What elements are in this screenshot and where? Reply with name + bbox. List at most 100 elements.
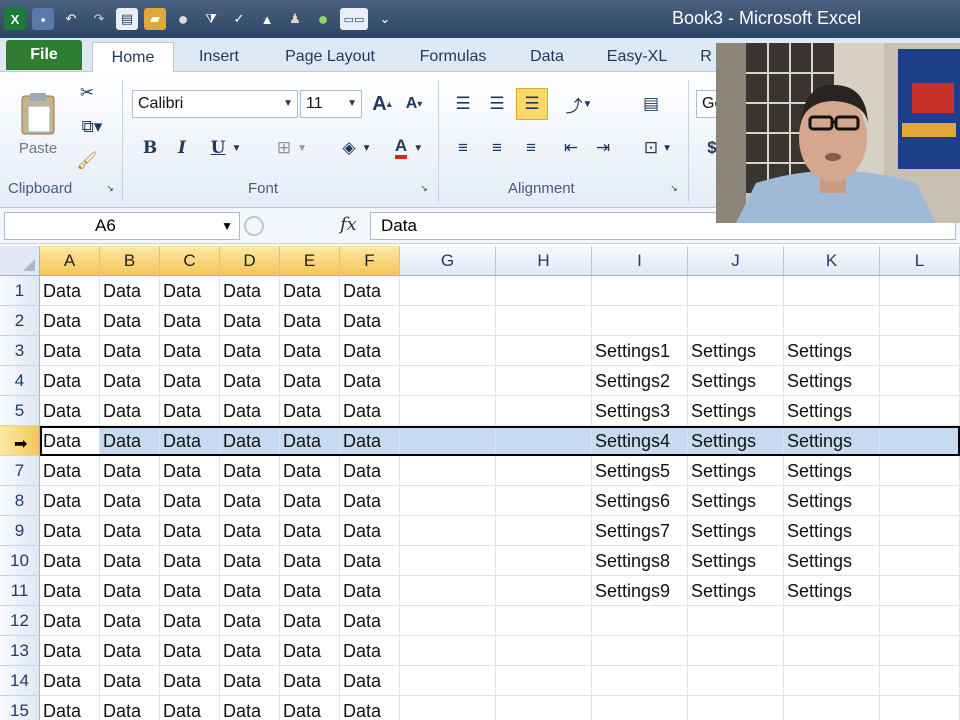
- align-right-icon[interactable]: ≡: [518, 134, 544, 162]
- cell-i6[interactable]: Settings4: [592, 426, 688, 456]
- row-header[interactable]: 7: [0, 456, 40, 486]
- cell-f15[interactable]: Data: [340, 696, 400, 720]
- cell-k8[interactable]: Settings: [784, 486, 880, 516]
- column-header-g[interactable]: G: [400, 246, 496, 276]
- font-launcher-icon[interactable]: ↘: [418, 182, 430, 194]
- cell-e3[interactable]: Data: [280, 336, 340, 366]
- cell-i11[interactable]: Settings9: [592, 576, 688, 606]
- circle-icon[interactable]: ●: [172, 8, 194, 30]
- decrease-indent-icon[interactable]: ⇤: [558, 134, 584, 162]
- cell-l11[interactable]: [880, 576, 960, 606]
- cell-c8[interactable]: Data: [160, 486, 220, 516]
- cell-g1[interactable]: [400, 276, 496, 306]
- cell-i9[interactable]: Settings7: [592, 516, 688, 546]
- cell-l8[interactable]: [880, 486, 960, 516]
- row-header[interactable]: 11: [0, 576, 40, 606]
- cell-a2[interactable]: Data: [40, 306, 100, 336]
- cell-k6[interactable]: Settings: [784, 426, 880, 456]
- cell-e11[interactable]: Data: [280, 576, 340, 606]
- cell-h12[interactable]: [496, 606, 592, 636]
- mountain-icon[interactable]: ▲: [256, 8, 278, 30]
- cell-h11[interactable]: [496, 576, 592, 606]
- cell-f9[interactable]: Data: [340, 516, 400, 546]
- worksheet-grid[interactable]: ABCDEFGHIJKL 1 Data Data Data Data Data Data 2 D…: [0, 246, 960, 720]
- cell-c4[interactable]: Data: [160, 366, 220, 396]
- cell-i4[interactable]: Settings2: [592, 366, 688, 396]
- cell-c9[interactable]: Data: [160, 516, 220, 546]
- column-header-k[interactable]: K: [784, 246, 880, 276]
- cell-l14[interactable]: [880, 666, 960, 696]
- paste-button[interactable]: Paste: [10, 80, 66, 168]
- cell-h8[interactable]: [496, 486, 592, 516]
- cell-d1[interactable]: Data: [220, 276, 280, 306]
- cell-k7[interactable]: Settings: [784, 456, 880, 486]
- cell-j3[interactable]: Settings: [688, 336, 784, 366]
- cell-e5[interactable]: Data: [280, 396, 340, 426]
- cell-k1[interactable]: [784, 276, 880, 306]
- cell-b10[interactable]: Data: [100, 546, 160, 576]
- cell-d14[interactable]: Data: [220, 666, 280, 696]
- tab-data[interactable]: Data: [514, 42, 580, 72]
- function-wizard-icon[interactable]: [244, 216, 264, 236]
- tab-formulas[interactable]: Formulas: [406, 42, 500, 72]
- tab-home[interactable]: Home: [92, 42, 174, 72]
- column-header-f[interactable]: F: [340, 246, 400, 276]
- green-ball-icon[interactable]: ●: [312, 8, 334, 30]
- cell-d13[interactable]: Data: [220, 636, 280, 666]
- cell-f2[interactable]: Data: [340, 306, 400, 336]
- person-icon[interactable]: ♟: [284, 8, 306, 30]
- cell-f12[interactable]: Data: [340, 606, 400, 636]
- cell-c3[interactable]: Data: [160, 336, 220, 366]
- row-header[interactable]: 8: [0, 486, 40, 516]
- column-header-e[interactable]: E: [280, 246, 340, 276]
- cell-d11[interactable]: Data: [220, 576, 280, 606]
- font-name-combo[interactable]: Calibri ▼: [132, 90, 298, 118]
- cell-k15[interactable]: [784, 696, 880, 720]
- row-header[interactable]: 5: [0, 396, 40, 426]
- cell-j10[interactable]: Settings: [688, 546, 784, 576]
- cell-b3[interactable]: Data: [100, 336, 160, 366]
- cell-j14[interactable]: [688, 666, 784, 696]
- cell-b9[interactable]: Data: [100, 516, 160, 546]
- cell-h4[interactable]: [496, 366, 592, 396]
- cell-f10[interactable]: Data: [340, 546, 400, 576]
- cell-g14[interactable]: [400, 666, 496, 696]
- cell-c11[interactable]: Data: [160, 576, 220, 606]
- row-header[interactable]: 1: [0, 276, 40, 306]
- cell-i15[interactable]: [592, 696, 688, 720]
- cell-b13[interactable]: Data: [100, 636, 160, 666]
- cell-l4[interactable]: [880, 366, 960, 396]
- cell-l7[interactable]: [880, 456, 960, 486]
- cell-g8[interactable]: [400, 486, 496, 516]
- cut-icon[interactable]: ✂: [74, 80, 100, 106]
- cell-c1[interactable]: Data: [160, 276, 220, 306]
- cell-a8[interactable]: Data: [40, 486, 100, 516]
- column-header-c[interactable]: C: [160, 246, 220, 276]
- cell-e12[interactable]: Data: [280, 606, 340, 636]
- filter-icon[interactable]: ⧩: [200, 8, 222, 30]
- cell-j7[interactable]: Settings: [688, 456, 784, 486]
- cell-i13[interactable]: [592, 636, 688, 666]
- tab-review[interactable]: R: [694, 42, 718, 72]
- cell-l1[interactable]: [880, 276, 960, 306]
- cell-c13[interactable]: Data: [160, 636, 220, 666]
- cell-k2[interactable]: [784, 306, 880, 336]
- cell-d8[interactable]: Data: [220, 486, 280, 516]
- cell-d5[interactable]: Data: [220, 396, 280, 426]
- cell-k11[interactable]: Settings: [784, 576, 880, 606]
- cell-j8[interactable]: Settings: [688, 486, 784, 516]
- alignment-launcher-icon[interactable]: ↘: [668, 182, 680, 194]
- cell-h10[interactable]: [496, 546, 592, 576]
- cell-a5[interactable]: Data: [40, 396, 100, 426]
- format-painter-icon[interactable]: 🖌: [74, 148, 100, 174]
- increase-indent-icon[interactable]: ⇥: [590, 134, 616, 162]
- cell-g7[interactable]: [400, 456, 496, 486]
- cell-f13[interactable]: Data: [340, 636, 400, 666]
- cell-i5[interactable]: Settings3: [592, 396, 688, 426]
- cell-i14[interactable]: [592, 666, 688, 696]
- cell-f3[interactable]: Data: [340, 336, 400, 366]
- row-header[interactable]: 9: [0, 516, 40, 546]
- cell-g11[interactable]: [400, 576, 496, 606]
- cell-f6[interactable]: Data: [340, 426, 400, 456]
- tab-easy-xl[interactable]: Easy-XL: [594, 42, 680, 72]
